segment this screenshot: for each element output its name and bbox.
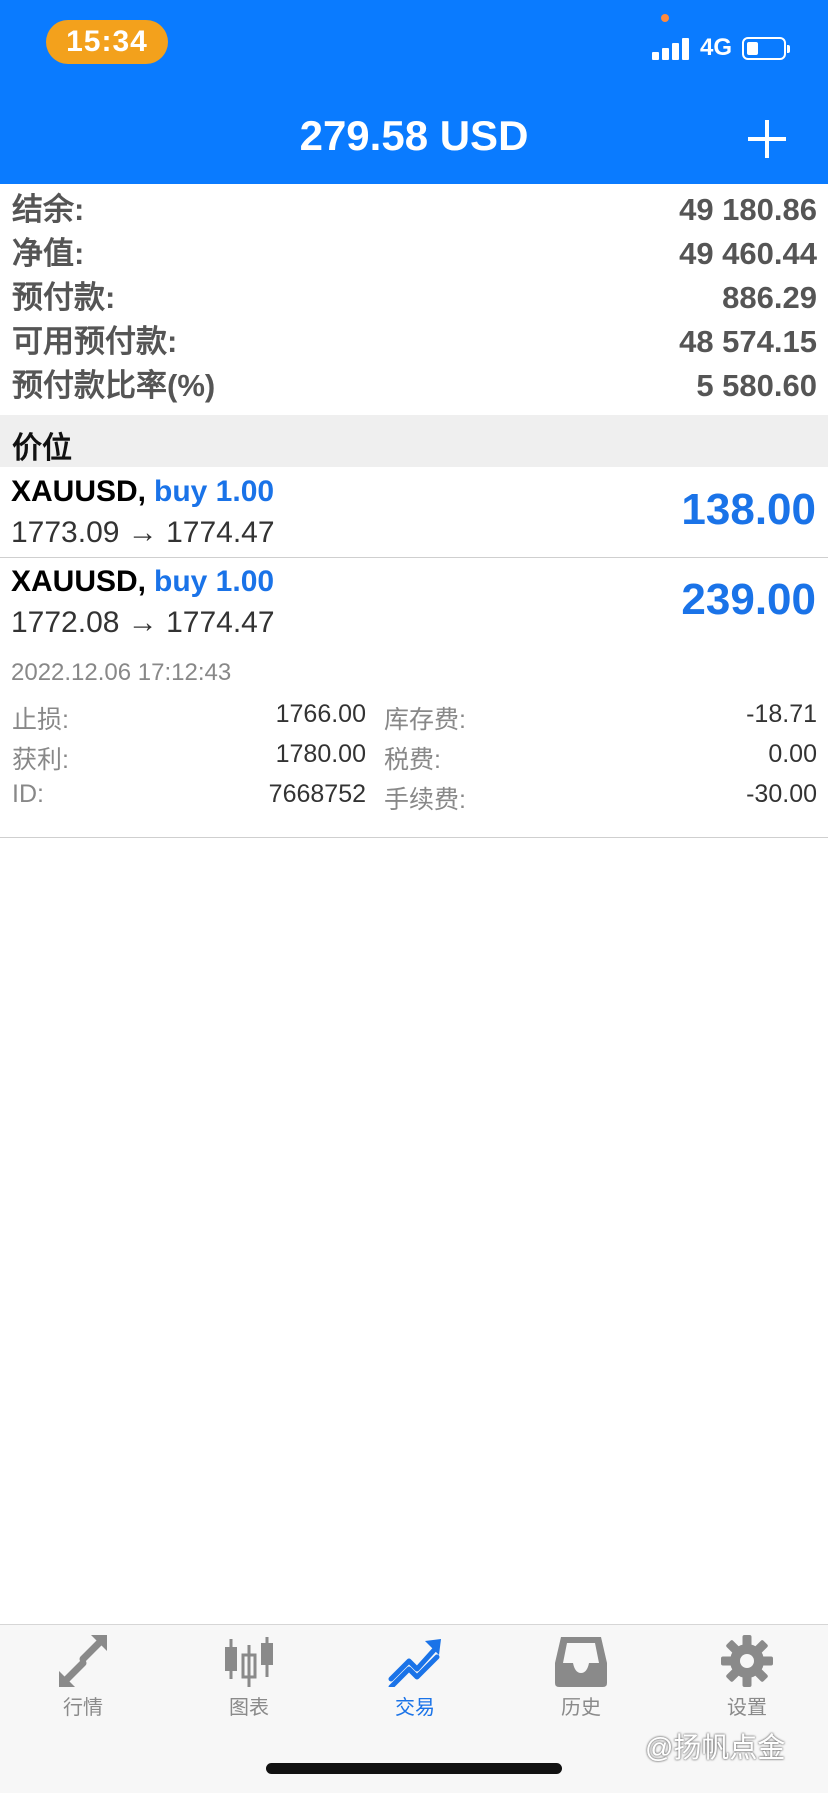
order-id-value: 7668752 xyxy=(268,780,366,808)
summary-row-margin: 预付款: 886.29 xyxy=(0,278,828,322)
summary-row-balance: 结余: 49 180.86 xyxy=(0,190,828,234)
position-profit: 138.00 xyxy=(681,485,816,534)
position-open-time: 2022.12.06 17:12:43 xyxy=(11,659,232,686)
tab-history[interactable]: 历史 xyxy=(498,1635,664,1731)
account-profit-title: 279.58 USD xyxy=(299,112,529,159)
summary-label: 结余: xyxy=(12,192,85,227)
position-row[interactable]: XAUUSD, buy 1.00 1773.09 → 1774.47 138.00 xyxy=(0,467,828,557)
summary-label: 预付款: xyxy=(12,280,116,315)
section-title: 价位 xyxy=(12,432,72,465)
summary-row-margin-level: 预付款比率(%) 5 580.60 xyxy=(0,366,828,410)
tab-label: 历史 xyxy=(561,1697,601,1719)
settings-gear-icon xyxy=(721,1635,773,1687)
positions-section-header: 价位 xyxy=(0,415,828,467)
position-profit: 239.00 xyxy=(681,575,816,624)
summary-value: 5 580.60 xyxy=(696,368,817,403)
position-symbol: XAUUSD, xyxy=(11,565,147,598)
summary-value: 49 460.44 xyxy=(679,236,817,271)
quotes-arrows-icon xyxy=(59,1635,107,1687)
detail-row: 获利: 1780.00 税费: 0.00 xyxy=(0,740,828,780)
summary-value: 48 574.15 xyxy=(679,324,817,359)
position-prices: 1772.08 → 1774.47 xyxy=(11,606,275,639)
order-id-label: ID: xyxy=(12,780,44,808)
position-side: buy 1.00 xyxy=(154,475,275,508)
position-symbol-line: XAUUSD, buy 1.00 xyxy=(11,565,274,599)
tax-value: 0.00 xyxy=(768,740,817,768)
position-prices: 1773.09 → 1774.47 xyxy=(11,516,275,549)
position-side: buy 1.00 xyxy=(154,565,275,598)
app-header: 15:34 4G 279.58 USD xyxy=(0,0,828,184)
camera-indicator-icon xyxy=(661,14,669,22)
tax-label: 税费: xyxy=(384,746,441,774)
tab-label: 设置 xyxy=(727,1697,767,1719)
account-summary: 结余: 49 180.86 净值: 49 460.44 预付款: 886.29 … xyxy=(0,190,828,410)
swap-label: 库存费: xyxy=(384,706,466,734)
tab-quotes[interactable]: 行情 xyxy=(0,1635,166,1731)
summary-row-equity: 净值: 49 460.44 xyxy=(0,234,828,278)
tab-label: 交易 xyxy=(395,1697,435,1719)
tab-trade[interactable]: 交易 xyxy=(332,1635,498,1731)
position-detail-grid: 止损: 1766.00 库存费: -18.71 获利: 1780.00 税费: … xyxy=(0,700,828,820)
take-profit-label: 获利: xyxy=(12,746,69,774)
tab-label: 行情 xyxy=(63,1697,103,1719)
battery-icon xyxy=(742,37,790,60)
signal-strength-icon xyxy=(652,36,694,60)
divider xyxy=(0,837,828,838)
chart-candles-icon xyxy=(225,1637,273,1687)
commission-label: 手续费: xyxy=(384,786,466,814)
stop-loss-value: 1766.00 xyxy=(275,700,366,728)
swap-value: -18.71 xyxy=(746,700,817,728)
summary-value: 49 180.86 xyxy=(679,192,817,227)
add-order-button[interactable] xyxy=(744,116,790,162)
detail-row: ID: 7668752 手续费: -30.00 xyxy=(0,780,828,820)
take-profit-value: 1780.00 xyxy=(275,740,366,768)
summary-row-free-margin: 可用预付款: 48 574.15 xyxy=(0,322,828,366)
summary-label: 预付款比率(%) xyxy=(12,368,216,403)
stop-loss-label: 止损: xyxy=(12,706,69,734)
trade-trend-icon xyxy=(388,1639,441,1687)
network-type: 4G xyxy=(700,34,733,61)
status-time: 15:34 xyxy=(46,20,168,64)
position-symbol: XAUUSD, xyxy=(11,475,147,508)
position-symbol-line: XAUUSD, buy 1.00 xyxy=(11,475,274,509)
watermark: @扬帆点金 xyxy=(645,1732,786,1763)
summary-label: 净值: xyxy=(12,236,85,271)
tab-settings[interactable]: 设置 xyxy=(664,1635,828,1731)
history-inbox-icon xyxy=(555,1637,607,1687)
summary-value: 886.29 xyxy=(722,280,817,315)
tab-charts[interactable]: 图表 xyxy=(166,1635,332,1731)
tab-label: 图表 xyxy=(229,1697,269,1719)
commission-value: -30.00 xyxy=(746,780,817,808)
summary-label: 可用预付款: xyxy=(12,324,178,359)
home-indicator[interactable] xyxy=(266,1763,562,1774)
detail-row: 止损: 1766.00 库存费: -18.71 xyxy=(0,700,828,740)
